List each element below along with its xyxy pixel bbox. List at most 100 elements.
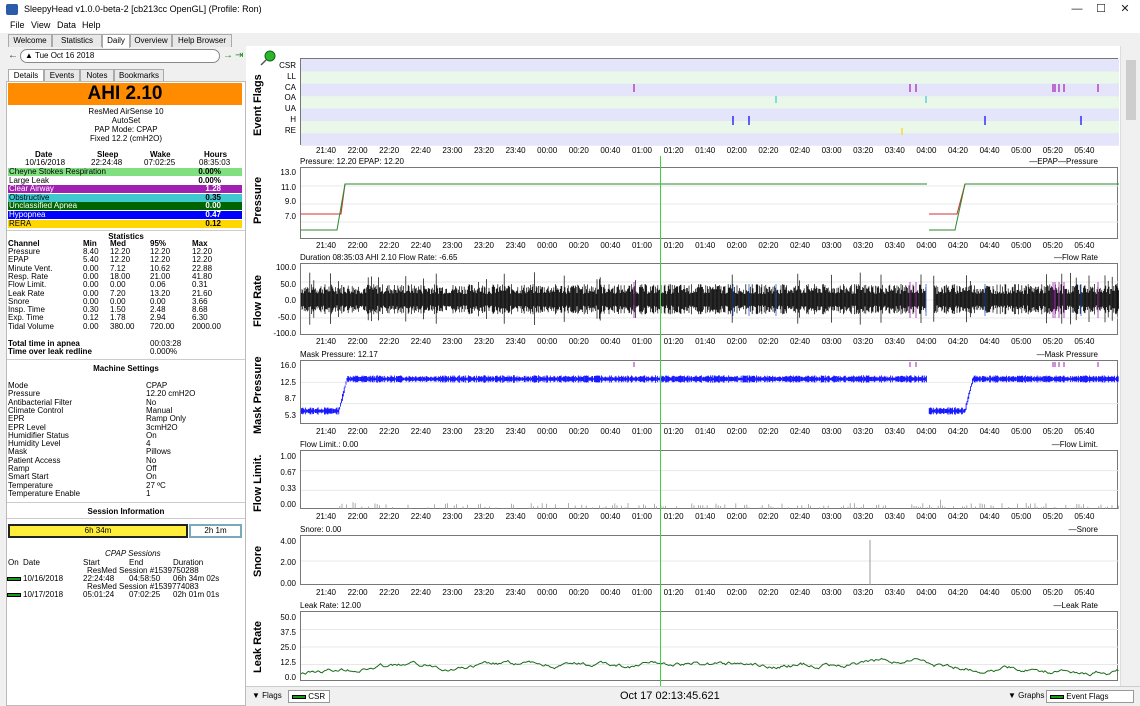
next-day-arrow-icon[interactable]: → bbox=[223, 50, 233, 61]
graphs-select[interactable]: Event Flags bbox=[1046, 690, 1134, 703]
statistics-cell: Tidal Volume bbox=[8, 321, 54, 331]
y-tick-label: 12.5 bbox=[280, 658, 296, 667]
event-flags-plot[interactable] bbox=[300, 58, 1119, 146]
x-tick-label: 04:40 bbox=[979, 337, 1000, 346]
menu-help[interactable]: Help bbox=[82, 20, 101, 30]
close-button[interactable]: ✕ bbox=[1110, 1, 1140, 18]
y-tick-label: 13.0 bbox=[280, 168, 296, 177]
x-tick-label: 04:20 bbox=[947, 337, 969, 346]
x-tick-label: 03:20 bbox=[853, 512, 874, 521]
session-on-checkbox[interactable] bbox=[7, 576, 21, 581]
prev-day-arrow-icon[interactable]: ← bbox=[8, 50, 18, 61]
flags-label: Flags bbox=[262, 691, 282, 700]
graph-mask-pressure[interactable]: Mask Pressure Mask Pressure: 12.17 —Mask… bbox=[246, 350, 1120, 442]
flags-select[interactable]: CSR bbox=[288, 690, 330, 703]
tab-overview[interactable]: Overview bbox=[130, 34, 172, 47]
mask-pressure-plot[interactable] bbox=[300, 360, 1119, 424]
graph-flow-limit[interactable]: Flow Limit. Flow Limit.: 0.00 —Flow Limi… bbox=[246, 440, 1120, 524]
x-tick-label: 04:20 bbox=[947, 427, 969, 436]
event-value: 0.00% bbox=[198, 167, 221, 176]
x-tick-label: 01:40 bbox=[695, 241, 716, 250]
x-tick-label: 04:00 bbox=[916, 512, 937, 521]
subtab-details[interactable]: Details bbox=[8, 69, 44, 81]
subtab-notes[interactable]: Notes bbox=[80, 69, 114, 81]
subtab-bookmarks[interactable]: Bookmarks bbox=[114, 69, 164, 81]
epap-line bbox=[301, 183, 927, 231]
x-tick-label: 23:40 bbox=[505, 241, 526, 250]
x-tick-label: 05:20 bbox=[1042, 337, 1063, 346]
scrollbar-thumb[interactable] bbox=[1126, 60, 1136, 120]
session-2-end: 07:02:25 bbox=[129, 590, 161, 599]
graph-snore[interactable]: Snore Snore: 0.00 —Snore 4.00 2.00 0.00 21… bbox=[246, 525, 1120, 601]
x-tick-label: 21:40 bbox=[315, 146, 337, 155]
x-tick-label: 01:00 bbox=[631, 241, 653, 250]
sessions-header-date: Date bbox=[23, 558, 40, 567]
tab-daily[interactable]: Daily bbox=[102, 34, 130, 48]
x-tick-label: 03:40 bbox=[884, 588, 905, 597]
x-tick-label: 23:20 bbox=[473, 337, 495, 346]
statistics-cell: Flow Limit. bbox=[8, 280, 47, 290]
graph-area[interactable]: Event Flags CSR LL CA OA UA H RE 21:40 22:00 22:… bbox=[246, 46, 1140, 706]
x-axis-ticks: 21:40 22:00 22:20 22:40 23:00 23:20 23:40 00:00… bbox=[300, 146, 1118, 156]
snore-legend: —Snore bbox=[1068, 525, 1098, 534]
graph-scrollbar[interactable] bbox=[1120, 46, 1140, 686]
setting-name: Temperature Enable bbox=[8, 488, 81, 498]
statistics-cell: 720.00 bbox=[150, 321, 175, 331]
flags-select-value: CSR bbox=[308, 692, 326, 701]
graph-leak-rate[interactable]: Leak Rate Leak Rate: 12.00 —Leak Rate 50… bbox=[246, 601, 1120, 686]
statistics-cell: 0.31 bbox=[192, 280, 208, 290]
graphs-toggle[interactable]: ▼ Graphs bbox=[1008, 691, 1044, 700]
y-tick-label: 0.00 bbox=[280, 500, 296, 509]
x-tick-label: 01:40 bbox=[695, 588, 716, 597]
x-tick-label: 21:40 bbox=[315, 512, 337, 521]
flow-rate-plot[interactable] bbox=[300, 263, 1119, 335]
snore-plot[interactable] bbox=[300, 535, 1119, 585]
menu-file[interactable]: File bbox=[10, 20, 25, 30]
session-bar-2[interactable]: 2h 1m bbox=[189, 524, 242, 538]
setting-value: Ramp Only bbox=[146, 414, 187, 424]
x-tick-label: 22:20 bbox=[379, 427, 400, 436]
x-tick-label: 22:20 bbox=[379, 241, 400, 250]
tab-help-browser[interactable]: Help Browser bbox=[172, 34, 232, 47]
y-tick-label: 0.0 bbox=[284, 296, 296, 305]
tab-statistics[interactable]: Statistics bbox=[52, 34, 102, 47]
flags-toggle[interactable]: ▼ Flags bbox=[252, 691, 282, 700]
x-tick-label: 04:20 bbox=[947, 241, 969, 250]
last-day-arrow-icon[interactable]: ⇥ bbox=[235, 50, 243, 61]
flow-limit-plot[interactable] bbox=[300, 450, 1119, 509]
x-tick-label: 00:00 bbox=[537, 512, 558, 521]
leak-rate-plot[interactable] bbox=[300, 611, 1119, 681]
event-flags-chip-icon bbox=[1050, 694, 1064, 699]
graph-event-flags[interactable]: Event Flags CSR LL CA OA UA H RE 21:40 22:00 22:… bbox=[246, 46, 1120, 156]
pressure-plot[interactable] bbox=[300, 167, 1119, 239]
session-2-row[interactable] bbox=[7, 590, 21, 599]
session-bar-1[interactable]: 6h 34m bbox=[8, 524, 188, 538]
x-tick-label: 00:20 bbox=[568, 146, 589, 155]
session-2-duration: 02h 01m 01s bbox=[173, 590, 220, 599]
menu-data[interactable]: Data bbox=[57, 20, 76, 30]
event-label: Clear Airway bbox=[9, 184, 54, 194]
date-picker[interactable]: ▲ Tue Oct 16 2018 bbox=[20, 49, 220, 63]
x-tick-label: 02:00 bbox=[726, 588, 747, 597]
machine-settings-title: Machine Settings bbox=[93, 364, 159, 373]
x-tick-label: 23:00 bbox=[442, 512, 463, 521]
x-tick-label: 01:40 bbox=[695, 337, 716, 346]
flag-lane bbox=[301, 71, 1119, 84]
x-tick-label: 21:40 bbox=[315, 241, 337, 250]
x-tick-label: 00:20 bbox=[568, 337, 589, 346]
flag-label: H bbox=[290, 115, 296, 124]
session-1-row[interactable] bbox=[7, 574, 21, 583]
session-on-checkbox[interactable] bbox=[7, 592, 21, 597]
x-tick-label: 00:40 bbox=[600, 512, 621, 521]
subtab-events[interactable]: Events bbox=[44, 69, 80, 81]
graph-flow-rate[interactable]: Flow Rate Duration 08:35:03 AHI 2.10 Flo… bbox=[246, 253, 1120, 350]
statistics-cell: 0.00 bbox=[110, 280, 126, 290]
graph-pressure[interactable]: Pressure Pressure: 12.20 EPAP: 12.20 —EP… bbox=[246, 156, 1120, 253]
flag-lane bbox=[301, 83, 1119, 97]
y-tick-label: 37.5 bbox=[280, 628, 296, 637]
tab-welcome[interactable]: Welcome bbox=[8, 34, 52, 47]
x-tick-label: 01:00 bbox=[631, 588, 653, 597]
menu-view[interactable]: View bbox=[31, 20, 50, 30]
x-tick-label: 03:20 bbox=[853, 146, 874, 155]
x-tick-label: 01:20 bbox=[663, 146, 684, 155]
